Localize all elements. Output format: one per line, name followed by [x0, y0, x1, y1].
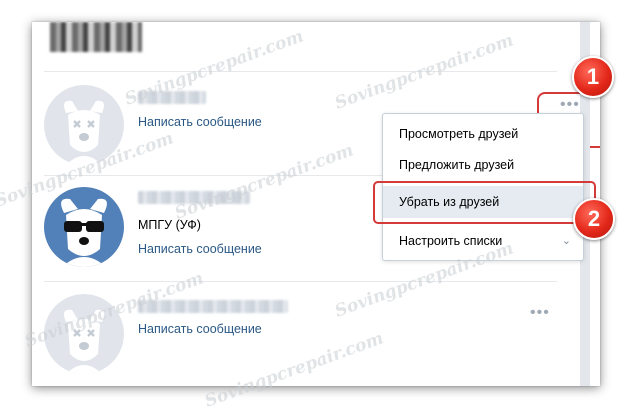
- step-1-badge: 1: [572, 56, 614, 98]
- divider: [44, 281, 557, 282]
- view-friends-item[interactable]: Просмотреть друзей: [383, 118, 583, 150]
- friend-name-blurred[interactable]: [138, 91, 206, 104]
- menu-item-label: Предложить друзей: [399, 158, 515, 172]
- avatar[interactable]: [44, 85, 124, 165]
- chevron-down-icon: ⌄: [561, 235, 571, 247]
- configure-lists-item[interactable]: Настроить списки ⌄: [383, 225, 583, 257]
- dog-sunglasses-avatar-icon: [44, 187, 124, 267]
- menu-item-label: Просмотреть друзей: [399, 127, 519, 141]
- friend-university: МПГУ (УФ): [138, 218, 201, 232]
- step-2-badge: 2: [573, 198, 615, 240]
- suggest-friends-item[interactable]: Предложить друзей: [383, 149, 583, 181]
- avatar[interactable]: [44, 294, 124, 374]
- remove-item-highlight: [373, 181, 596, 224]
- friend-name-blurred[interactable]: [138, 191, 250, 204]
- avatar[interactable]: [44, 187, 124, 267]
- more-actions-button[interactable]: •••: [530, 305, 550, 321]
- blurred-avatar-fragment: [50, 22, 142, 52]
- write-message-link[interactable]: Написать сообщение: [138, 322, 262, 336]
- dog-avatar-icon: [44, 85, 124, 165]
- divider: [44, 71, 557, 72]
- write-message-link[interactable]: Написать сообщение: [138, 115, 262, 129]
- dog-avatar-icon: [44, 294, 124, 374]
- friend-name-blurred[interactable]: [138, 300, 288, 313]
- menu-item-label: Настроить списки: [399, 234, 503, 248]
- write-message-link[interactable]: Написать сообщение: [138, 242, 262, 256]
- more-actions-button[interactable]: •••: [560, 97, 580, 113]
